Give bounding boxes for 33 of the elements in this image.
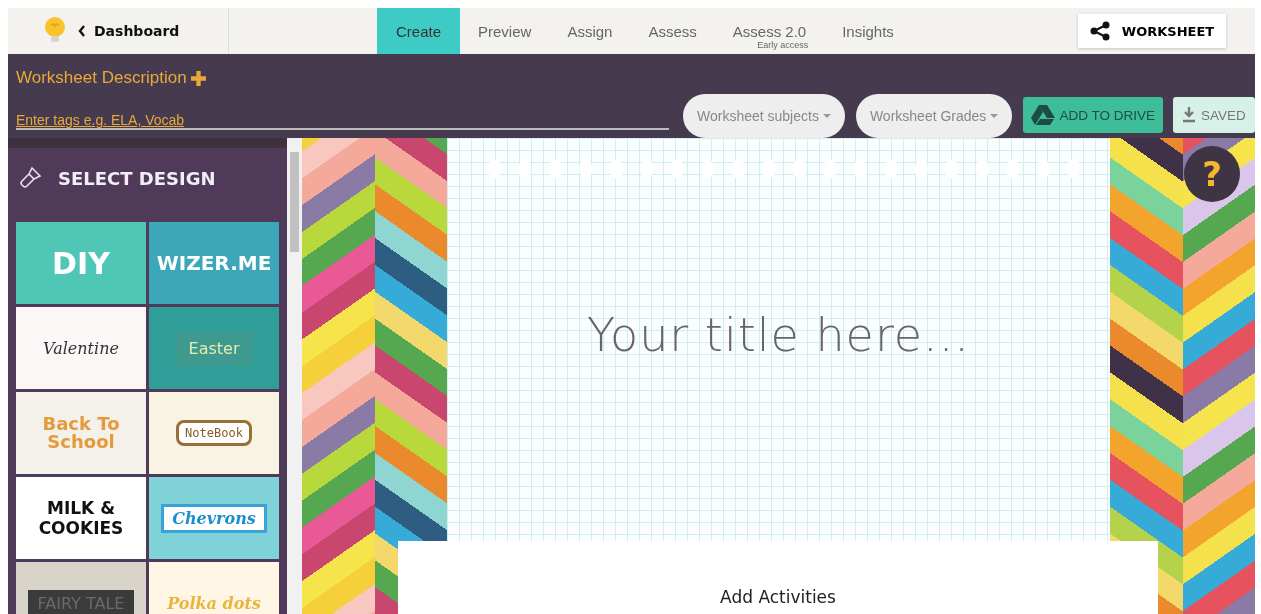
chevron-left-icon — [78, 25, 86, 37]
design-thumbnail[interactable]: NoteBook — [149, 392, 279, 474]
add-activities-label[interactable]: Add Activities — [720, 587, 836, 607]
nav-tab[interactable]: Assign — [549, 8, 631, 54]
share-worksheet-button[interactable]: WORKSHEET — [1078, 14, 1226, 48]
nav-tab[interactable]: Preview — [460, 8, 550, 54]
dropdown[interactable]: Worksheet subjects — [683, 94, 845, 138]
worksheet-title[interactable]: Your title here... — [587, 308, 970, 362]
download-icon — [1181, 107, 1196, 123]
scrollbar[interactable] — [287, 138, 302, 614]
share-icon — [1089, 21, 1110, 41]
triangle-logo-icon — [1031, 105, 1056, 125]
design-thumbnail[interactable]: WIZER.ME — [149, 222, 279, 304]
nav-tab[interactable]: Create — [377, 8, 461, 54]
saved-button[interactable]: SAVED — [1172, 97, 1255, 133]
nav-tab[interactable]: Assess — [630, 8, 715, 54]
caret-icon — [990, 114, 999, 118]
sidebar-title: SELECT DESIGN — [58, 167, 216, 189]
nav-tab[interactable]: Insights — [824, 8, 912, 54]
nav-tab[interactable]: Assess 2.0 Early access — [714, 8, 825, 54]
design-thumbnail[interactable]: MILK & COOKIES — [16, 477, 146, 559]
dashboard-link[interactable]: Dashboard — [78, 23, 180, 39]
paintbrush-icon — [18, 166, 42, 190]
worksheet-description-button[interactable]: Worksheet Description — [16, 68, 669, 88]
lightbulb-logo-icon — [44, 17, 66, 45]
design-thumbnail[interactable]: Easter — [149, 307, 279, 389]
design-thumbnail[interactable]: Chevrons — [149, 477, 279, 559]
design-thumbnail[interactable]: Valentine — [16, 307, 146, 389]
plus-icon — [190, 70, 206, 86]
caret-icon — [822, 114, 831, 118]
add-to-drive-button[interactable]: ADD TO DRIVE — [1023, 97, 1163, 133]
tags-input-field[interactable]: Enter tags e.g. ELA, Vocab — [16, 112, 669, 130]
dropdown[interactable]: Worksheet Grades — [855, 94, 1013, 138]
